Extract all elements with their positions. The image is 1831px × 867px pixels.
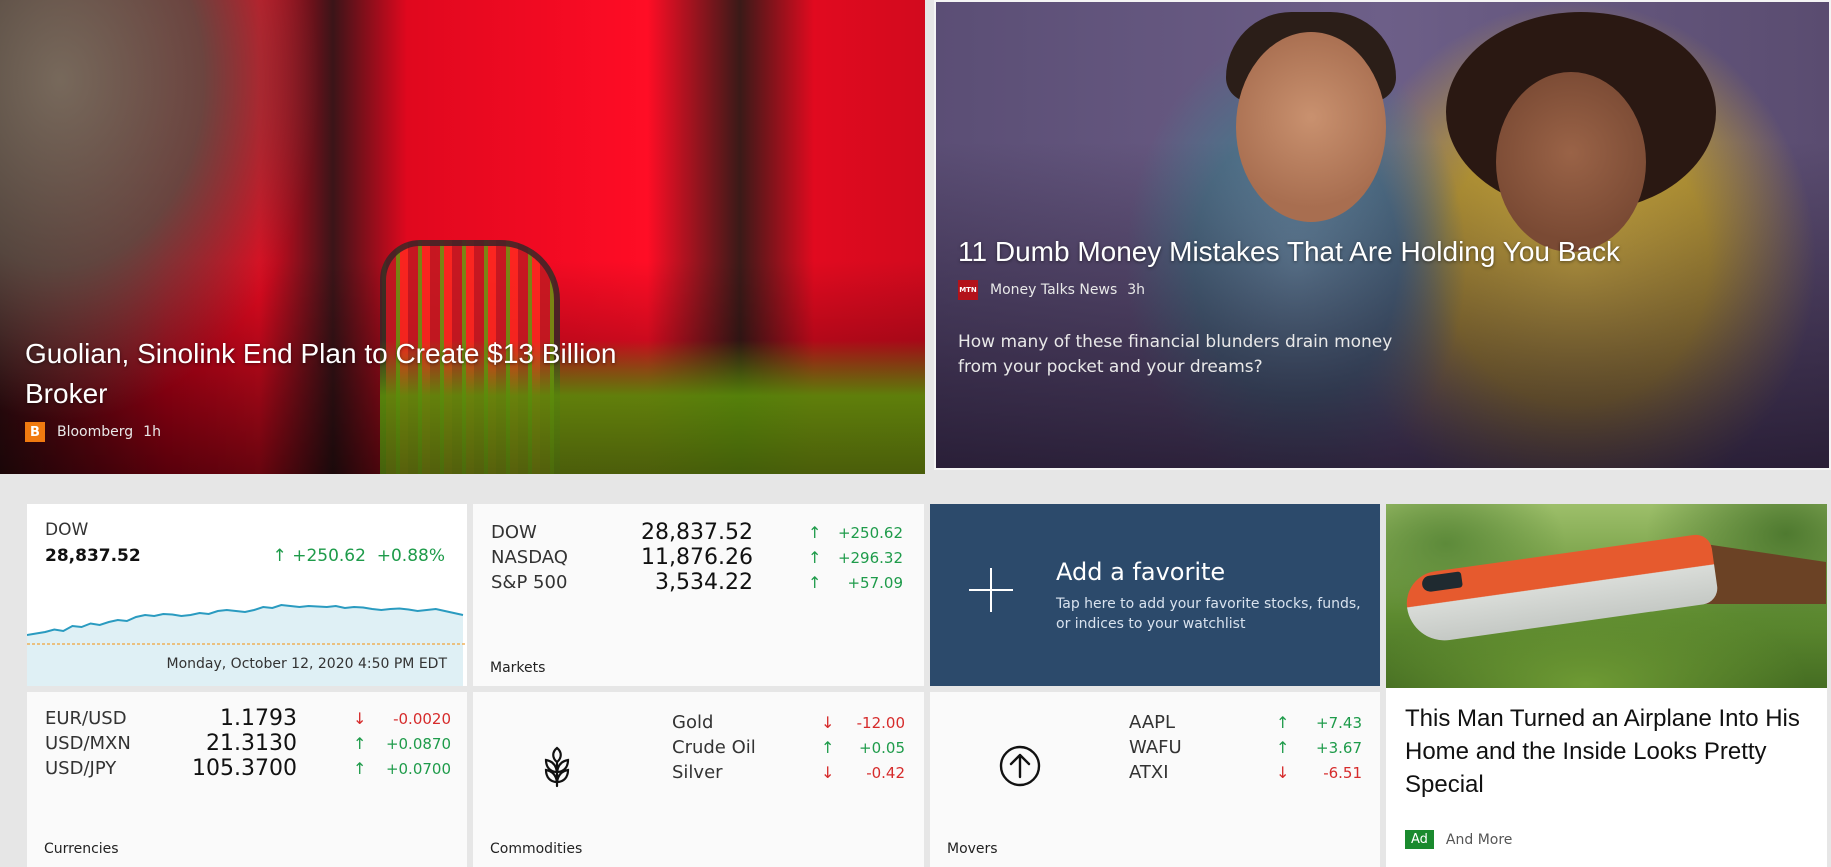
arrow-up-circle-icon <box>999 745 1041 787</box>
currencies-row-value: 105.3700 <box>192 756 297 781</box>
commodities-tile[interactable]: Gold ↓ -12.00 Crude Oil ↑ +0.05 Silver ↓ -0.42 C… <box>473 692 924 867</box>
markets-row-value: 28,837.52 <box>641 520 753 545</box>
movers-row-change: +7.43 <box>1316 713 1362 732</box>
commodities-row-name: Gold <box>672 712 714 733</box>
arrow-down-icon: ↓ <box>1276 763 1290 782</box>
markets-row-change: +296.32 <box>837 548 903 567</box>
currencies-row-value: 21.3130 <box>206 731 297 756</box>
commodities-row-change: -0.42 <box>866 763 905 782</box>
currencies-row-change: +0.0870 <box>385 734 451 753</box>
movers-tile[interactable]: AAPL ↑ +7.43 WAFU ↑ +3.67 ATXI ↓ -6.51 Movers <box>930 692 1380 867</box>
add-favorite-tile[interactable]: Add a favorite Tap here to add your favo… <box>930 504 1380 686</box>
markets-row-value: 3,534.22 <box>655 570 753 595</box>
markets-row-name: DOW <box>491 522 537 543</box>
ad-image-airplane-house <box>1386 504 1827 688</box>
commodities-row-change: -12.00 <box>856 713 905 732</box>
ad-image-plane <box>1402 532 1720 646</box>
hero-right-source: MTN Money Talks News 3h <box>958 280 1638 300</box>
commodities-row-name: Crude Oil <box>672 737 756 758</box>
arrow-up-icon: ↑ <box>353 734 367 753</box>
money-talks-news-logo-icon: MTN <box>958 280 978 300</box>
currencies-row-change: +0.0700 <box>385 759 451 778</box>
movers-label: Movers <box>947 841 998 857</box>
hero-right-image-person1 <box>1236 32 1386 222</box>
currencies-row-name: USD/MXN <box>45 733 131 754</box>
bloomberg-logo-icon: B <box>25 422 45 442</box>
dow-date: Monday, October 12, 2020 4:50 PM EDT <box>166 656 447 672</box>
hero-left-text: Guolian, Sinolink End Plan to Create $13… <box>25 334 705 442</box>
arrow-up-icon: ↑ <box>808 573 822 592</box>
currencies-row-value: 1.1793 <box>220 706 297 731</box>
wheat-icon <box>544 746 570 788</box>
dow-sparkline-area <box>27 605 463 686</box>
dow-name: DOW <box>45 520 89 540</box>
arrow-up-icon: ↑ <box>1276 713 1290 732</box>
hero-right-time: 3h <box>1127 282 1146 298</box>
markets-label: Markets <box>490 660 546 676</box>
hero-left-source-name[interactable]: Bloomberg <box>57 424 133 440</box>
hero-story-left[interactable]: Guolian, Sinolink End Plan to Create $13… <box>0 0 925 474</box>
movers-row-change: +3.67 <box>1316 738 1362 757</box>
currencies-row-name: USD/JPY <box>45 758 117 779</box>
add-favorite-title: Add a favorite <box>1056 558 1226 586</box>
add-favorite-description: Tap here to add your favorite stocks, fu… <box>1056 596 1361 632</box>
commodities-label: Commodities <box>490 841 583 857</box>
markets-row-change: +57.09 <box>847 573 903 592</box>
movers-row-name: ATXI <box>1129 762 1169 783</box>
ad-footer: Ad And More <box>1405 830 1512 849</box>
currencies-row-change: -0.0020 <box>393 709 451 728</box>
commodities-row-name: Silver <box>672 762 723 783</box>
plus-icon <box>963 562 1019 618</box>
hero-right-summary: How many of these financial blunders dra… <box>958 332 1393 377</box>
currencies-row-name: EUR/USD <box>45 708 127 729</box>
arrow-up-icon: ↑ <box>808 548 822 567</box>
hero-right-title[interactable]: 11 Dumb Money Mistakes That Are Holding … <box>958 232 1638 272</box>
arrow-down-icon: ↓ <box>353 709 367 728</box>
hero-story-right[interactable]: 11 Dumb Money Mistakes That Are Holding … <box>934 0 1831 470</box>
arrow-up-icon: ↑ <box>808 523 822 542</box>
dow-change-value: +250.62 <box>292 546 366 566</box>
markets-tile[interactable]: DOW 28,837.52 ↑ +250.62 NASDAQ 11,876.26 ↑ +296… <box>473 504 924 686</box>
dow-change: ↑ +250.62 +0.88% <box>273 546 445 566</box>
movers-row-name: WAFU <box>1129 737 1182 758</box>
hero-left-source: B Bloomberg 1h <box>25 422 705 442</box>
hero-left-title[interactable]: Guolian, Sinolink End Plan to Create $13… <box>25 334 705 414</box>
dow-change-percent: +0.88% <box>376 546 445 566</box>
markets-row-name: NASDAQ <box>491 547 568 568</box>
money-page: Guolian, Sinolink End Plan to Create $13… <box>0 0 1831 867</box>
ad-source[interactable]: And More <box>1446 832 1513 848</box>
currencies-tile[interactable]: EUR/USD 1.1793 ↓ -0.0020 USD/MXN 21.3130 ↑ +0.0… <box>27 692 467 867</box>
hero-right-image-person2 <box>1496 72 1646 252</box>
hero-left-time: 1h <box>143 424 161 440</box>
markets-row-name: S&P 500 <box>491 572 568 593</box>
hero-right-text: 11 Dumb Money Mistakes That Are Holding … <box>958 232 1638 380</box>
markets-row-value: 11,876.26 <box>641 545 753 570</box>
ad-badge: Ad <box>1405 830 1434 849</box>
arrow-up-icon: ↑ <box>272 546 287 566</box>
commodities-row-change: +0.05 <box>859 738 905 757</box>
arrow-up-icon: ↑ <box>1276 738 1290 757</box>
ad-title[interactable]: This Man Turned an Airplane Into His Hom… <box>1405 702 1815 801</box>
ad-tile[interactable]: This Man Turned an Airplane Into His Hom… <box>1386 504 1827 867</box>
movers-row-change: -6.51 <box>1323 763 1362 782</box>
arrow-up-icon: ↑ <box>353 759 367 778</box>
markets-row-change: +250.62 <box>837 523 903 542</box>
dow-value: 28,837.52 <box>45 546 141 566</box>
dow-chart-tile[interactable]: DOW 28,837.52 ↑ +250.62 +0.88% Monday, O… <box>27 504 467 686</box>
currencies-label: Currencies <box>44 841 119 857</box>
movers-row-name: AAPL <box>1129 712 1176 733</box>
hero-right-source-name[interactable]: Money Talks News <box>990 282 1117 298</box>
